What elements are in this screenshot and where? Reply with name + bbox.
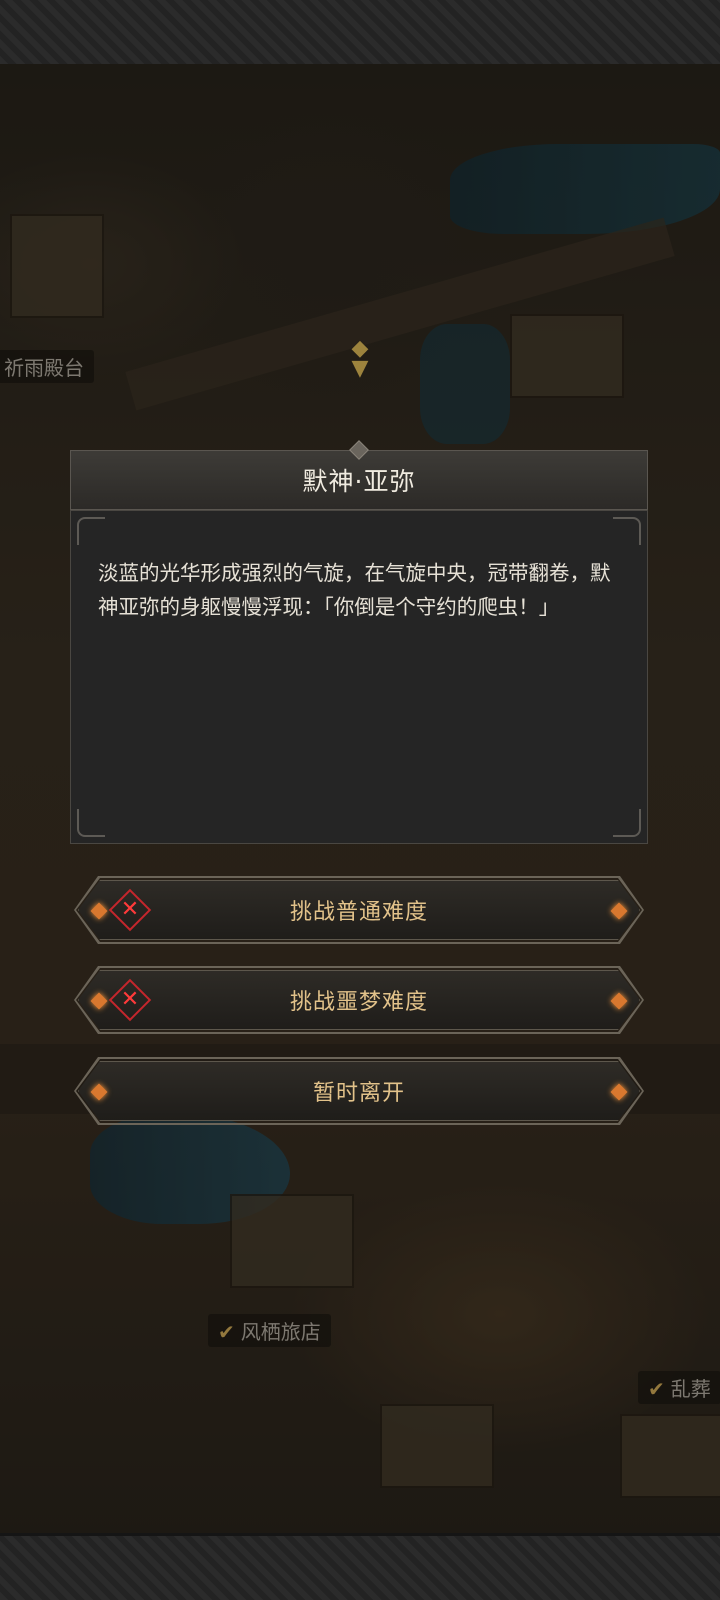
bottom-frame-border <box>0 1533 720 1600</box>
choice-label: 挑战噩梦难度 <box>289 990 428 1015</box>
corner-ornament <box>77 517 105 545</box>
challenge-nightmare-button[interactable]: ✕ 挑战噩梦难度 <box>78 970 640 1030</box>
challenge-normal-button[interactable]: ✕ 挑战普通难度 <box>78 880 640 940</box>
corner-ornament <box>613 809 641 837</box>
dialog-text: 淡蓝的光华形成强烈的气旋，在气旋中央，冠带翻卷，默神亚弥的身躯慢慢浮现：「你倒是… <box>98 561 611 619</box>
corner-ornament <box>613 517 641 545</box>
choice-label: 暂时离开 <box>312 1081 405 1106</box>
corner-ornament <box>77 809 105 837</box>
leave-button[interactable]: 暂时离开 <box>78 1061 640 1121</box>
choice-label: 挑战普通难度 <box>289 900 428 925</box>
top-frame-border <box>0 0 720 67</box>
dialog-title: 默神·亚弥 <box>302 467 416 496</box>
event-dialog: 默神·亚弥 淡蓝的光华形成强烈的气旋，在气旋中央，冠带翻卷，默神亚弥的身躯慢慢浮… <box>70 440 648 844</box>
